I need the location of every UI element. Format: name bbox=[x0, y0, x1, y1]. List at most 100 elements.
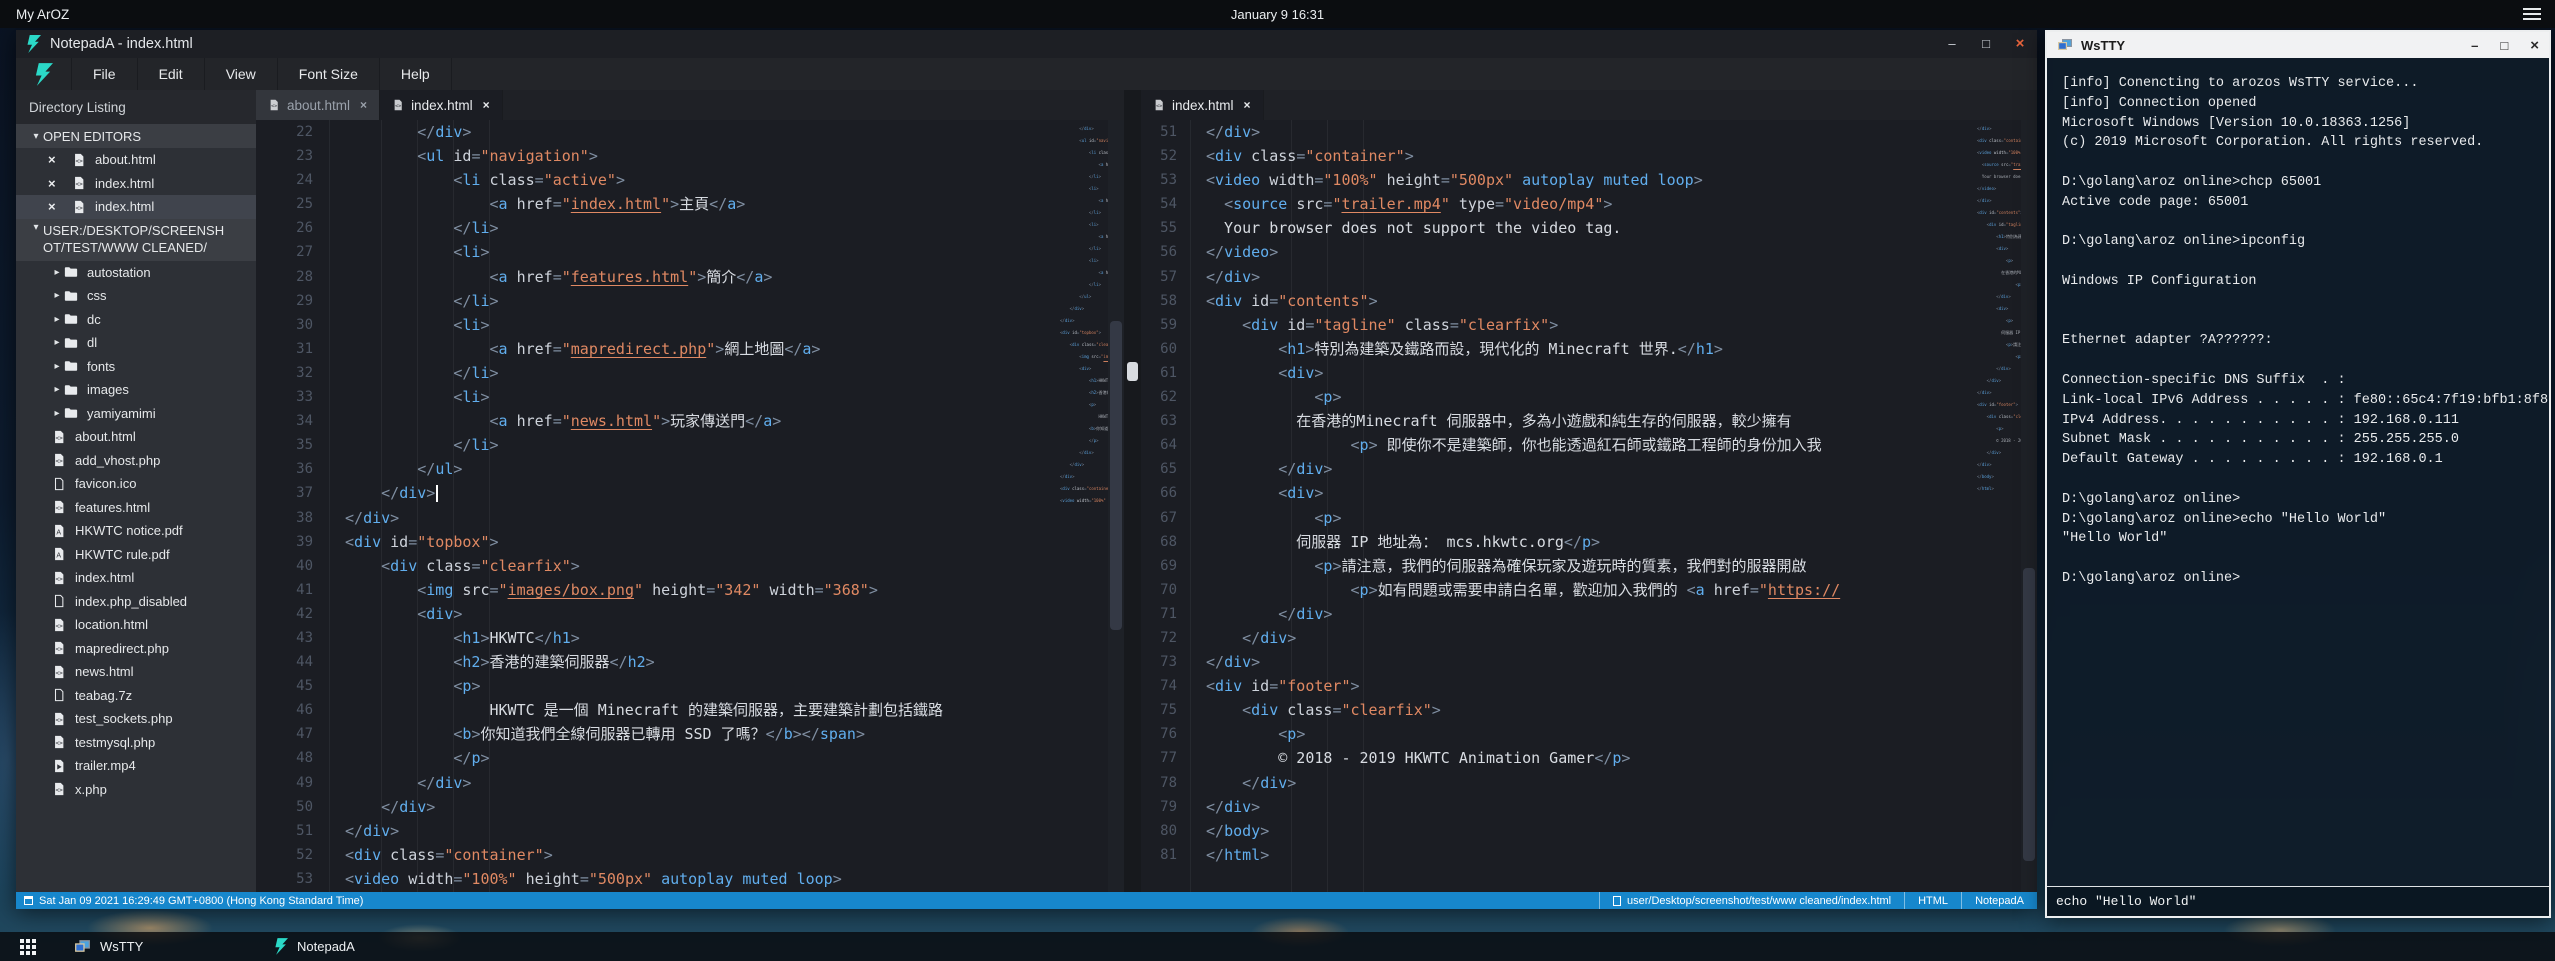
tree-file-location.html[interactable]: <>location.html bbox=[16, 613, 256, 637]
tree-file-HKWTC rule.pdf[interactable]: AHKWTC rule.pdf bbox=[16, 543, 256, 567]
code-area[interactable]: </div> <ul id="navigation"> <li class="a… bbox=[330, 120, 1060, 892]
code-line[interactable]: <div class="container"> bbox=[345, 843, 1060, 867]
statusbar-filepath-label[interactable]: user/Desktop/screenshot/test/www cleaned… bbox=[1627, 895, 1891, 907]
minimize-button[interactable]: – bbox=[2471, 38, 2478, 53]
tree-file-mapredirect.php[interactable]: <>mapredirect.php bbox=[16, 637, 256, 661]
task-item-wstty[interactable]: WsTTY bbox=[56, 932, 256, 961]
code-line[interactable]: <div> bbox=[345, 602, 1060, 626]
code-line[interactable]: </div> bbox=[1206, 771, 1977, 795]
tree-folder-fonts[interactable]: ▸fonts bbox=[16, 355, 256, 379]
minimap[interactable]: </div><div class="container"><video widt… bbox=[1977, 120, 2021, 892]
code-line[interactable]: <li> bbox=[345, 313, 1060, 337]
code-line[interactable]: <p> bbox=[345, 674, 1060, 698]
code-line[interactable]: <p> bbox=[1206, 506, 1977, 530]
app-launcher-icon[interactable] bbox=[0, 932, 56, 961]
statusbar-language-label[interactable]: HTML bbox=[1904, 892, 1961, 909]
code-line[interactable]: </div> bbox=[345, 819, 1060, 843]
code-line[interactable]: <div id="topbox"> bbox=[345, 530, 1060, 554]
code-line[interactable]: <div> bbox=[1206, 481, 1977, 505]
code-line[interactable]: <a href="news.html">玩家傳送門</a> bbox=[345, 409, 1060, 433]
tree-folder-autostation[interactable]: ▸autostation bbox=[16, 261, 256, 285]
code-line[interactable]: </div> bbox=[1206, 265, 1977, 289]
code-line[interactable]: 在香港的Minecraft 伺服器中，多為小遊戲和純生存的伺服器，較少擁有 bbox=[1206, 409, 1977, 433]
minimize-button[interactable]: – bbox=[1935, 30, 1969, 58]
code-line[interactable]: </div> bbox=[345, 771, 1060, 795]
tree-file-test_sockets.php[interactable]: <>test_sockets.php bbox=[16, 707, 256, 731]
tree-file-testmysql.php[interactable]: <>testmysql.php bbox=[16, 731, 256, 755]
code-line[interactable]: <div id="contents"> bbox=[1206, 289, 1977, 313]
code-line[interactable]: </div> bbox=[1206, 795, 1977, 819]
terminal-output[interactable]: [info] Conencting to arozos WsTTY servic… bbox=[2047, 58, 2549, 886]
open-editor-about.html[interactable]: ×<>about.html bbox=[16, 148, 256, 172]
tree-folder-yamiyamimi[interactable]: ▸yamiyamimi bbox=[16, 402, 256, 426]
code-line[interactable]: HKWTC 是一個 Minecraft 的建築伺服器，主要建築計劃包括鐵路 bbox=[345, 698, 1060, 722]
code-area[interactable]: </div><div class="container"><video widt… bbox=[1191, 120, 1977, 892]
close-button[interactable]: × bbox=[2530, 37, 2539, 54]
tree-file-features.html[interactable]: <>features.html bbox=[16, 496, 256, 520]
tree-file-news.html[interactable]: <>news.html bbox=[16, 660, 256, 684]
code-line[interactable]: <video width="100%" height="500px" autop… bbox=[345, 867, 1060, 891]
tree-section-open-editors[interactable]: ▾OPEN EDITORS bbox=[16, 124, 256, 148]
code-line[interactable]: </ul> bbox=[345, 457, 1060, 481]
tree-section-folder-path[interactable]: ▾USER:/DESKTOP/SCREENSHOT/TEST/WWW CLEAN… bbox=[16, 219, 256, 261]
close-icon[interactable]: × bbox=[48, 199, 72, 214]
code-line[interactable]: </li> bbox=[345, 361, 1060, 385]
close-icon[interactable]: × bbox=[483, 98, 490, 112]
tree-file-add_vhost.php[interactable]: <>add_vhost.php bbox=[16, 449, 256, 473]
code-line[interactable]: 伺服器 IP 地址為： mcs.hkwtc.org</p> bbox=[1206, 530, 1977, 554]
code-line[interactable]: <h1>HKWTC</h1> bbox=[345, 626, 1060, 650]
tree-file-about.html[interactable]: <>about.html bbox=[16, 425, 256, 449]
tree-folder-css[interactable]: ▸css bbox=[16, 284, 256, 308]
menu-file[interactable]: File bbox=[72, 58, 138, 90]
code-line[interactable]: </div> bbox=[345, 506, 1060, 530]
tree-folder-dc[interactable]: ▸dc bbox=[16, 308, 256, 332]
aroz-brand-label[interactable]: My ArOZ bbox=[0, 7, 69, 22]
tree-file-favicon.ico[interactable]: favicon.ico bbox=[16, 472, 256, 496]
menu-view[interactable]: View bbox=[205, 58, 278, 90]
notepada-titlebar[interactable]: NotepadA - index.html – □ × bbox=[16, 30, 2037, 58]
open-editor-index.html[interactable]: ×<>index.html bbox=[16, 172, 256, 196]
menu-help[interactable]: Help bbox=[380, 58, 452, 90]
code-line[interactable]: </div> bbox=[1206, 602, 1977, 626]
code-line[interactable]: </li> bbox=[345, 433, 1060, 457]
code-line[interactable]: <a href="mapredirect.php">網上地圖</a> bbox=[345, 337, 1060, 361]
code-line[interactable]: </li> bbox=[345, 289, 1060, 313]
scrollbar-thumb[interactable] bbox=[2023, 568, 2035, 861]
pane-divider[interactable] bbox=[1124, 90, 1141, 892]
code-line[interactable]: © 2018 - 2019 HKWTC Animation Gamer</p> bbox=[1206, 746, 1977, 770]
code-line[interactable]: </body> bbox=[1206, 819, 1977, 843]
close-button[interactable]: × bbox=[2003, 30, 2037, 58]
menu-font-size[interactable]: Font Size bbox=[278, 58, 380, 90]
code-line[interactable]: <li> bbox=[345, 385, 1060, 409]
code-line[interactable]: </div> bbox=[1206, 626, 1977, 650]
code-line[interactable]: <a href="index.html">主頁</a> bbox=[345, 192, 1060, 216]
code-line[interactable]: <p>如有問題或需要申請白名單，歡迎加入我們的 <a href="https:/… bbox=[1206, 578, 1977, 602]
tree-file-trailer.mp4[interactable]: trailer.mp4 bbox=[16, 754, 256, 778]
code-line[interactable]: <p>請注意，我們的伺服器為確保玩家及遊玩時的質素，我們對的服器開啟 bbox=[1206, 554, 1977, 578]
code-line[interactable]: <p> bbox=[1206, 722, 1977, 746]
close-icon[interactable]: × bbox=[48, 176, 72, 191]
scrollbar[interactable] bbox=[2021, 120, 2037, 892]
close-icon[interactable]: × bbox=[48, 152, 72, 167]
code-line[interactable]: Your browser does not support the video … bbox=[1206, 216, 1977, 240]
code-line[interactable]: <div id="footer"> bbox=[1206, 674, 1977, 698]
code-lines[interactable]: </div> <ul id="navigation"> <li class="a… bbox=[330, 120, 1060, 892]
close-icon[interactable]: × bbox=[1244, 98, 1251, 112]
maximize-button[interactable]: □ bbox=[2500, 38, 2508, 53]
task-item-notepada[interactable]: NotepadA bbox=[256, 932, 456, 961]
code-line[interactable]: <img src="images/box.png" height="342" w… bbox=[345, 578, 1060, 602]
code-line[interactable]: <video width="100%" height="500px" autop… bbox=[1206, 168, 1977, 192]
tree-file-index.html[interactable]: <>index.html bbox=[16, 566, 256, 590]
scrollbar[interactable] bbox=[1108, 120, 1124, 892]
code-line[interactable]: <div class="container"> bbox=[1206, 144, 1977, 168]
code-line[interactable]: <h1>特別為建築及鐵路而設，現代化的 Minecraft 世界.</h1> bbox=[1206, 337, 1977, 361]
code-line[interactable]: </div> bbox=[1206, 120, 1977, 144]
code-lines[interactable]: </div><div class="container"><video widt… bbox=[1191, 120, 1977, 892]
code-line[interactable]: <p> 即使你不是建築師，你也能透過紅石師或鐵路工程師的身份加入我 bbox=[1206, 433, 1977, 457]
menu-edit[interactable]: Edit bbox=[138, 58, 205, 90]
pane-resize-grip-icon[interactable] bbox=[1127, 362, 1138, 381]
maximize-button[interactable]: □ bbox=[1969, 30, 2003, 58]
code-line[interactable]: </li> bbox=[345, 216, 1060, 240]
tree-file-index.php_disabled[interactable]: index.php_disabled bbox=[16, 590, 256, 614]
code-line[interactable]: <li class="active"> bbox=[345, 168, 1060, 192]
